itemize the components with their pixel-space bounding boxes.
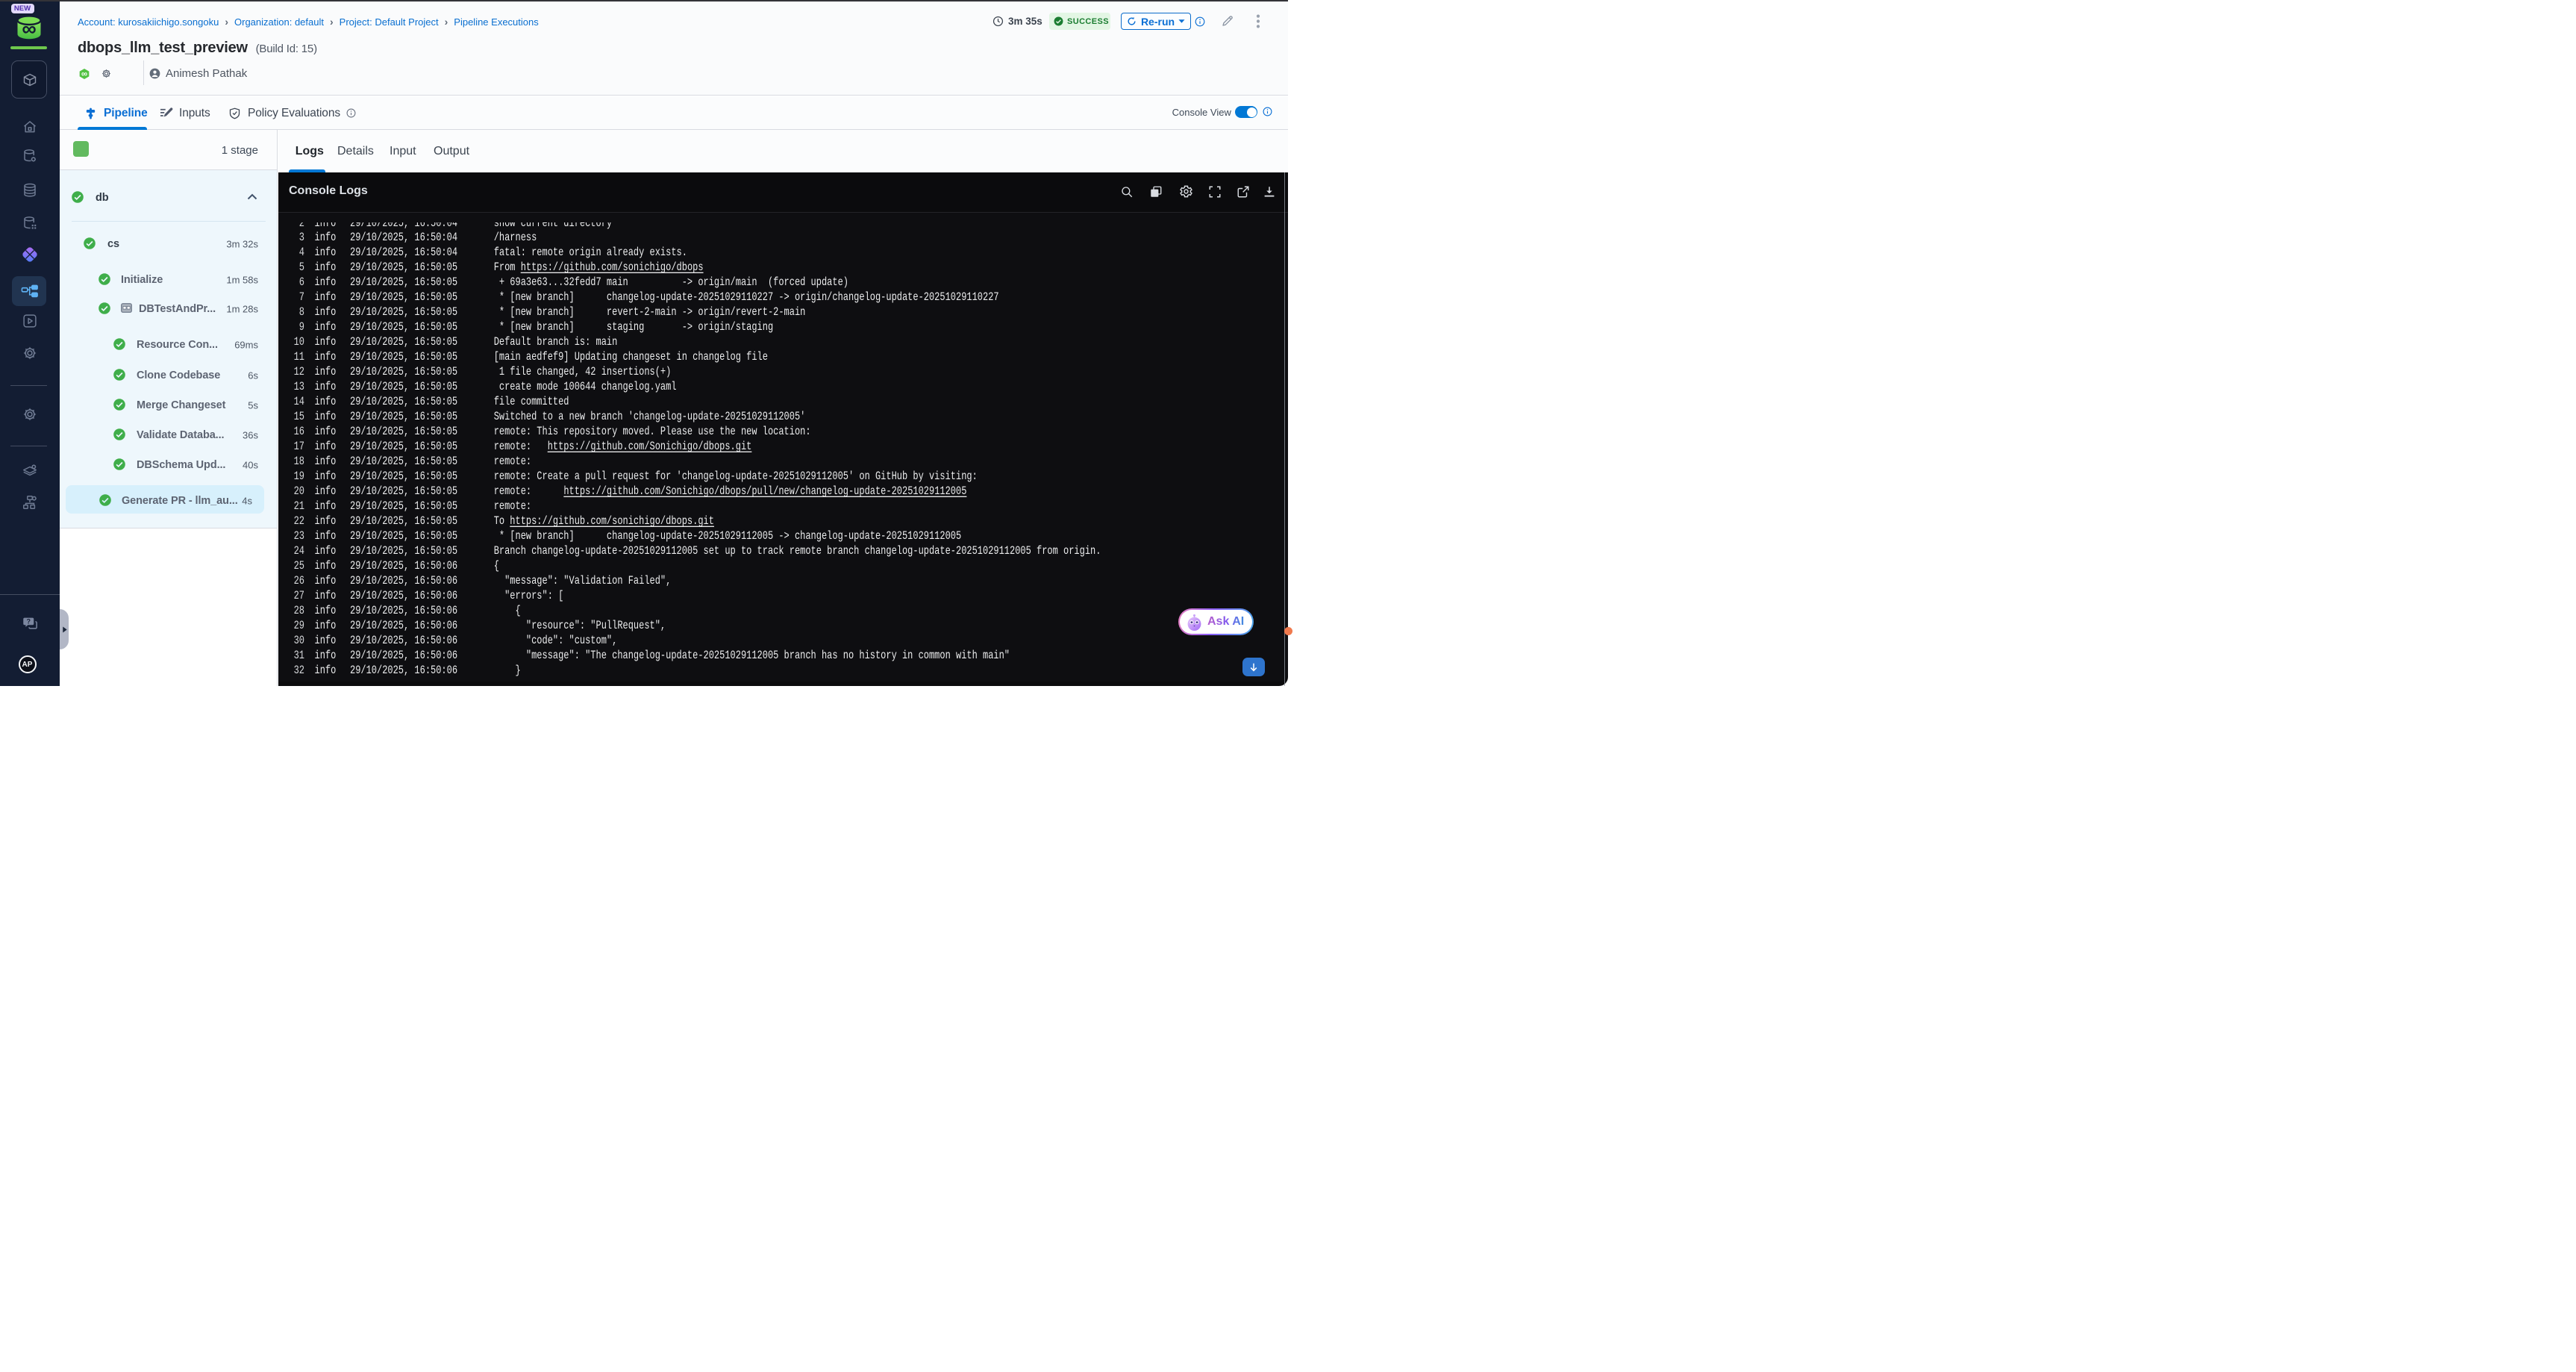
svg-text:?: ? (26, 618, 30, 626)
svg-text:∞: ∞ (22, 18, 36, 40)
svg-text:∞: ∞ (81, 70, 87, 79)
